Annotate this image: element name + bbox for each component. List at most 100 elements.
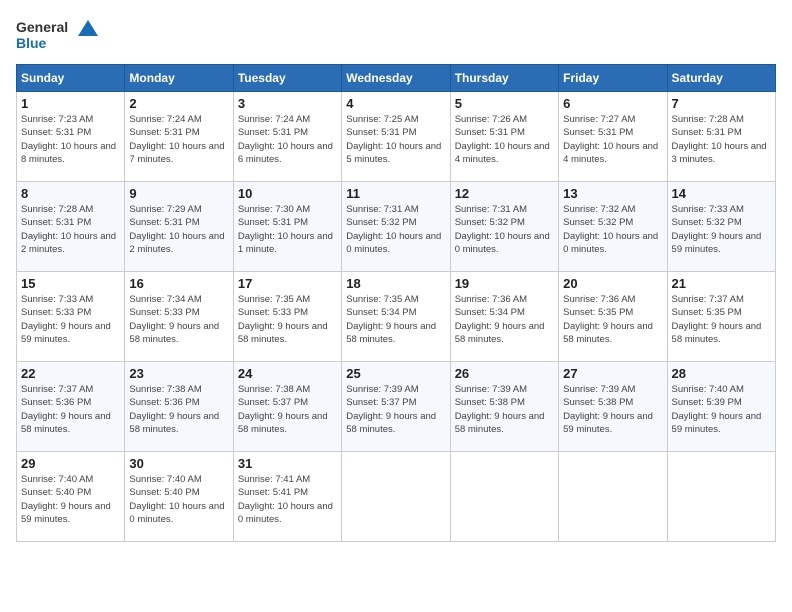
day-number: 30 (129, 456, 228, 471)
day-number: 14 (672, 186, 771, 201)
empty-cell (342, 452, 450, 542)
day-number: 20 (563, 276, 662, 291)
day-number: 28 (672, 366, 771, 381)
calendar-day-8: 8 Sunrise: 7:28 AMSunset: 5:31 PMDayligh… (17, 182, 125, 272)
calendar-day-18: 18 Sunrise: 7:35 AMSunset: 5:34 PMDaylig… (342, 272, 450, 362)
calendar-day-2: 2 Sunrise: 7:24 AMSunset: 5:31 PMDayligh… (125, 92, 233, 182)
calendar-day-9: 9 Sunrise: 7:29 AMSunset: 5:31 PMDayligh… (125, 182, 233, 272)
day-number: 4 (346, 96, 445, 111)
day-info: Sunrise: 7:40 AMSunset: 5:40 PMDaylight:… (21, 473, 120, 526)
svg-text:General: General (16, 19, 68, 35)
weekday-header-thursday: Thursday (450, 65, 558, 92)
calendar-week-3: 15 Sunrise: 7:33 AMSunset: 5:33 PMDaylig… (17, 272, 776, 362)
day-info: Sunrise: 7:41 AMSunset: 5:41 PMDaylight:… (238, 473, 337, 526)
day-info: Sunrise: 7:28 AMSunset: 5:31 PMDaylight:… (672, 113, 771, 166)
day-info: Sunrise: 7:24 AMSunset: 5:31 PMDaylight:… (238, 113, 337, 166)
day-number: 1 (21, 96, 120, 111)
calendar-week-5: 29 Sunrise: 7:40 AMSunset: 5:40 PMDaylig… (17, 452, 776, 542)
calendar-day-17: 17 Sunrise: 7:35 AMSunset: 5:33 PMDaylig… (233, 272, 341, 362)
calendar-day-24: 24 Sunrise: 7:38 AMSunset: 5:37 PMDaylig… (233, 362, 341, 452)
day-number: 3 (238, 96, 337, 111)
day-info: Sunrise: 7:26 AMSunset: 5:31 PMDaylight:… (455, 113, 554, 166)
calendar-day-25: 25 Sunrise: 7:39 AMSunset: 5:37 PMDaylig… (342, 362, 450, 452)
day-info: Sunrise: 7:30 AMSunset: 5:31 PMDaylight:… (238, 203, 337, 256)
day-number: 24 (238, 366, 337, 381)
day-number: 17 (238, 276, 337, 291)
day-info: Sunrise: 7:37 AMSunset: 5:36 PMDaylight:… (21, 383, 120, 436)
day-info: Sunrise: 7:24 AMSunset: 5:31 PMDaylight:… (129, 113, 228, 166)
calendar-table: SundayMondayTuesdayWednesdayThursdayFrid… (16, 64, 776, 542)
empty-cell (667, 452, 775, 542)
weekday-header-monday: Monday (125, 65, 233, 92)
calendar-day-13: 13 Sunrise: 7:32 AMSunset: 5:32 PMDaylig… (559, 182, 667, 272)
day-info: Sunrise: 7:38 AMSunset: 5:37 PMDaylight:… (238, 383, 337, 436)
day-info: Sunrise: 7:37 AMSunset: 5:35 PMDaylight:… (672, 293, 771, 346)
weekday-header-wednesday: Wednesday (342, 65, 450, 92)
calendar-day-26: 26 Sunrise: 7:39 AMSunset: 5:38 PMDaylig… (450, 362, 558, 452)
day-number: 10 (238, 186, 337, 201)
day-info: Sunrise: 7:40 AMSunset: 5:40 PMDaylight:… (129, 473, 228, 526)
day-info: Sunrise: 7:33 AMSunset: 5:33 PMDaylight:… (21, 293, 120, 346)
day-info: Sunrise: 7:34 AMSunset: 5:33 PMDaylight:… (129, 293, 228, 346)
calendar-day-12: 12 Sunrise: 7:31 AMSunset: 5:32 PMDaylig… (450, 182, 558, 272)
day-number: 13 (563, 186, 662, 201)
calendar-day-1: 1 Sunrise: 7:23 AMSunset: 5:31 PMDayligh… (17, 92, 125, 182)
calendar-day-16: 16 Sunrise: 7:34 AMSunset: 5:33 PMDaylig… (125, 272, 233, 362)
day-number: 19 (455, 276, 554, 291)
calendar-day-27: 27 Sunrise: 7:39 AMSunset: 5:38 PMDaylig… (559, 362, 667, 452)
calendar-day-23: 23 Sunrise: 7:38 AMSunset: 5:36 PMDaylig… (125, 362, 233, 452)
calendar-day-5: 5 Sunrise: 7:26 AMSunset: 5:31 PMDayligh… (450, 92, 558, 182)
day-info: Sunrise: 7:23 AMSunset: 5:31 PMDaylight:… (21, 113, 120, 166)
day-info: Sunrise: 7:40 AMSunset: 5:39 PMDaylight:… (672, 383, 771, 436)
calendar-day-30: 30 Sunrise: 7:40 AMSunset: 5:40 PMDaylig… (125, 452, 233, 542)
day-number: 9 (129, 186, 228, 201)
day-number: 6 (563, 96, 662, 111)
calendar-day-22: 22 Sunrise: 7:37 AMSunset: 5:36 PMDaylig… (17, 362, 125, 452)
day-number: 25 (346, 366, 445, 381)
calendar-day-4: 4 Sunrise: 7:25 AMSunset: 5:31 PMDayligh… (342, 92, 450, 182)
weekday-header-saturday: Saturday (667, 65, 775, 92)
day-info: Sunrise: 7:38 AMSunset: 5:36 PMDaylight:… (129, 383, 228, 436)
day-number: 15 (21, 276, 120, 291)
weekday-header-sunday: Sunday (17, 65, 125, 92)
calendar-day-10: 10 Sunrise: 7:30 AMSunset: 5:31 PMDaylig… (233, 182, 341, 272)
day-number: 21 (672, 276, 771, 291)
day-info: Sunrise: 7:36 AMSunset: 5:34 PMDaylight:… (455, 293, 554, 346)
calendar-week-1: 1 Sunrise: 7:23 AMSunset: 5:31 PMDayligh… (17, 92, 776, 182)
page-header: General Blue (16, 16, 776, 56)
logo-svg: General Blue (16, 16, 106, 56)
calendar-day-3: 3 Sunrise: 7:24 AMSunset: 5:31 PMDayligh… (233, 92, 341, 182)
day-info: Sunrise: 7:35 AMSunset: 5:33 PMDaylight:… (238, 293, 337, 346)
day-number: 27 (563, 366, 662, 381)
day-number: 26 (455, 366, 554, 381)
day-info: Sunrise: 7:35 AMSunset: 5:34 PMDaylight:… (346, 293, 445, 346)
day-number: 5 (455, 96, 554, 111)
weekday-header-tuesday: Tuesday (233, 65, 341, 92)
day-info: Sunrise: 7:29 AMSunset: 5:31 PMDaylight:… (129, 203, 228, 256)
day-number: 2 (129, 96, 228, 111)
calendar-day-21: 21 Sunrise: 7:37 AMSunset: 5:35 PMDaylig… (667, 272, 775, 362)
calendar-day-6: 6 Sunrise: 7:27 AMSunset: 5:31 PMDayligh… (559, 92, 667, 182)
day-number: 7 (672, 96, 771, 111)
empty-cell (559, 452, 667, 542)
calendar-body: 1 Sunrise: 7:23 AMSunset: 5:31 PMDayligh… (17, 92, 776, 542)
calendar-day-7: 7 Sunrise: 7:28 AMSunset: 5:31 PMDayligh… (667, 92, 775, 182)
day-number: 16 (129, 276, 228, 291)
day-info: Sunrise: 7:31 AMSunset: 5:32 PMDaylight:… (346, 203, 445, 256)
day-number: 11 (346, 186, 445, 201)
calendar-day-31: 31 Sunrise: 7:41 AMSunset: 5:41 PMDaylig… (233, 452, 341, 542)
day-info: Sunrise: 7:39 AMSunset: 5:38 PMDaylight:… (455, 383, 554, 436)
day-info: Sunrise: 7:32 AMSunset: 5:32 PMDaylight:… (563, 203, 662, 256)
day-number: 8 (21, 186, 120, 201)
day-info: Sunrise: 7:31 AMSunset: 5:32 PMDaylight:… (455, 203, 554, 256)
calendar-day-29: 29 Sunrise: 7:40 AMSunset: 5:40 PMDaylig… (17, 452, 125, 542)
day-number: 23 (129, 366, 228, 381)
weekday-header-row: SundayMondayTuesdayWednesdayThursdayFrid… (17, 65, 776, 92)
empty-cell (450, 452, 558, 542)
logo: General Blue (16, 16, 106, 56)
day-info: Sunrise: 7:39 AMSunset: 5:37 PMDaylight:… (346, 383, 445, 436)
day-number: 18 (346, 276, 445, 291)
calendar-week-2: 8 Sunrise: 7:28 AMSunset: 5:31 PMDayligh… (17, 182, 776, 272)
day-info: Sunrise: 7:27 AMSunset: 5:31 PMDaylight:… (563, 113, 662, 166)
svg-text:Blue: Blue (16, 35, 47, 51)
